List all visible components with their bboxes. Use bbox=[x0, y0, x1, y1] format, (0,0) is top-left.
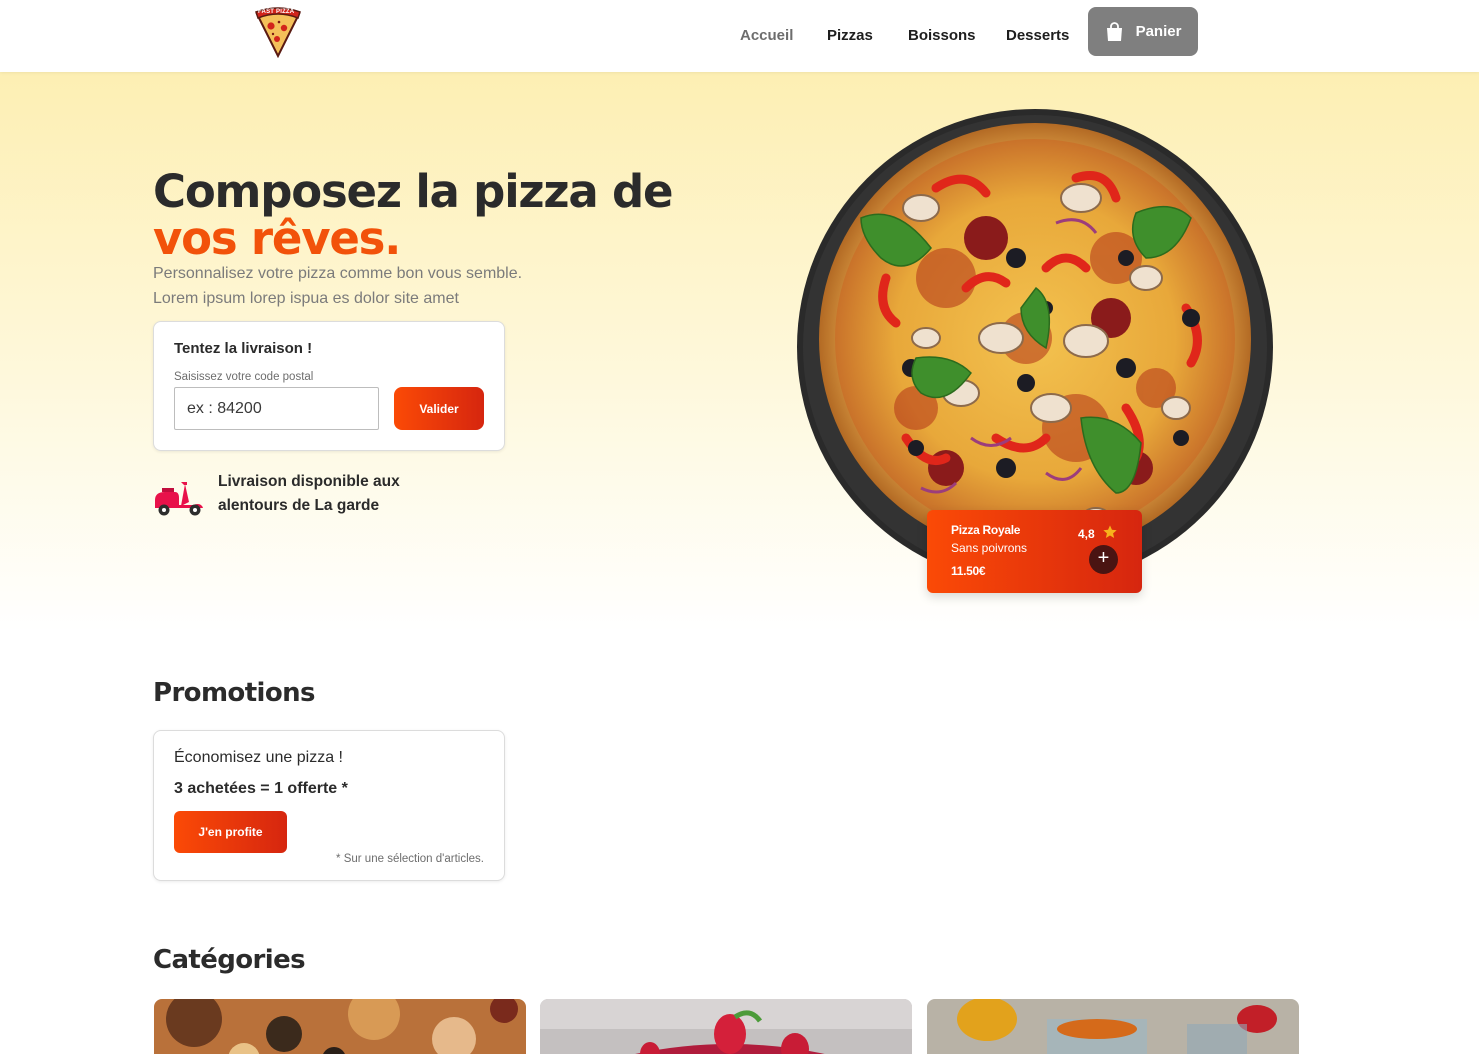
star-icon bbox=[1103, 525, 1117, 538]
nav-link-accueil[interactable]: Accueil bbox=[740, 27, 793, 44]
featured-pizza-price: 11.50€ bbox=[951, 564, 986, 578]
promotion-offer: 3 achetées = 1 offerte * bbox=[174, 780, 348, 797]
nav-link-desserts[interactable]: Desserts bbox=[1006, 27, 1069, 44]
delivery-card-title: Tentez la livraison ! bbox=[174, 340, 313, 357]
scooter-icon bbox=[155, 482, 203, 516]
validate-button[interactable]: Valider bbox=[394, 387, 484, 430]
shopping-bag-icon bbox=[1106, 21, 1122, 41]
promotion-button[interactable]: J'en profite bbox=[174, 811, 287, 853]
hero-subtitle-line2: Lorem ipsum lorep ispua es dolor site am… bbox=[153, 290, 459, 307]
categories-title: Catégories bbox=[153, 945, 306, 975]
hero-subtitle-line1: Personnalisez votre pizza comme bon vous… bbox=[153, 265, 523, 282]
category-card-desserts[interactable] bbox=[540, 999, 912, 1054]
postal-code-input[interactable] bbox=[174, 387, 379, 430]
promotion-footnote: * Sur une sélection d'articles. bbox=[336, 853, 484, 865]
category-card-boissons[interactable] bbox=[927, 999, 1299, 1054]
featured-pizza-description: Sans poivrons bbox=[951, 541, 1028, 555]
cart-label: Panier bbox=[1135, 23, 1182, 40]
delivery-card: Tentez la livraison ! Saisissez votre co… bbox=[153, 321, 505, 451]
promotion-headline: Économisez une pizza ! bbox=[174, 749, 343, 766]
promotion-card: Économisez une pizza ! 3 achetées = 1 of… bbox=[153, 730, 505, 881]
featured-pizza-name: Pizza Royale bbox=[951, 523, 1021, 537]
hero-title-accent: vos rêves. bbox=[153, 212, 401, 265]
site-header: FAST PIZZA Accueil Pizzas Boissons Desse… bbox=[0, 0, 1479, 72]
category-pizzas-image bbox=[154, 999, 526, 1054]
hero-title: Composez la pizza de vos rêves. bbox=[153, 165, 674, 265]
delivery-availability-note: Livraison disponible aux alentours de La… bbox=[218, 473, 400, 514]
logo-text: FAST PIZZA bbox=[258, 9, 295, 15]
category-desserts-image bbox=[540, 999, 912, 1054]
featured-pizza-card[interactable]: Pizza Royale Sans poivrons 11.50€ 4,8 + bbox=[927, 510, 1142, 593]
postal-code-label: Saisissez votre code postal bbox=[174, 371, 314, 383]
hero-title-line1: Composez la pizza de bbox=[153, 165, 674, 218]
nav-link-boissons[interactable]: Boissons bbox=[908, 27, 976, 44]
category-boissons-image bbox=[927, 999, 1299, 1054]
hero-subtitle: Personnalisez votre pizza comme bon vous… bbox=[153, 261, 522, 311]
nav-link-pizzas[interactable]: Pizzas bbox=[827, 27, 873, 44]
featured-pizza-rating: 4,8 bbox=[1078, 527, 1095, 541]
category-card-pizzas[interactable] bbox=[154, 999, 526, 1054]
cart-button[interactable]: Panier bbox=[1088, 7, 1198, 56]
add-to-cart-button[interactable]: + bbox=[1089, 545, 1118, 574]
promotions-title: Promotions bbox=[153, 678, 315, 708]
